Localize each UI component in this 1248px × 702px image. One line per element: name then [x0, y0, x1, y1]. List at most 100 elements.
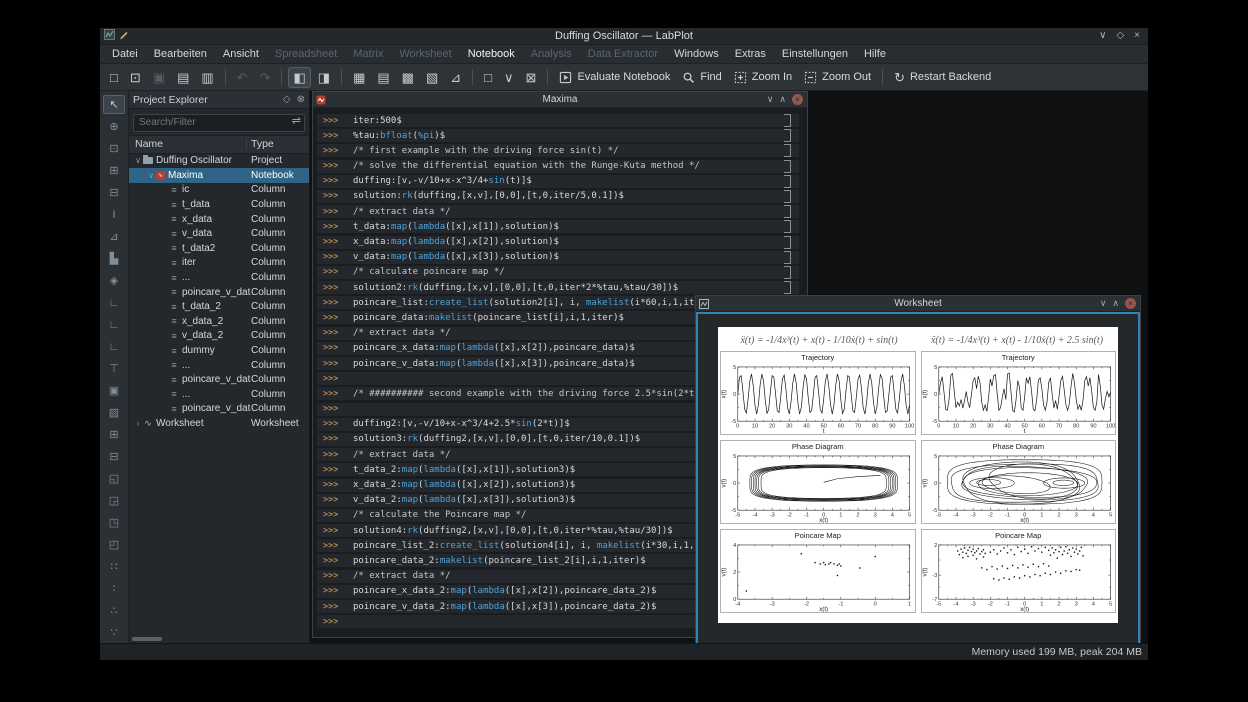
print-button[interactable]: ▤ — [172, 67, 194, 88]
tree-row-poincare-v-data-2[interactable]: ≡ poincare_v_data_2Column — [129, 402, 309, 417]
auto-scale-y-icon[interactable]: ∴ — [103, 601, 125, 620]
close-panel-icon[interactable]: ⊗ — [297, 94, 305, 105]
plot-panel-trajectory-1[interactable]: Trajectory 0 10 20 30 40 50 60 70 80 90 100 5 0 -5 t x(t… — [720, 351, 916, 435]
menu-item-datei[interactable]: Datei — [104, 45, 146, 63]
new-cell-button[interactable]: □ — [479, 67, 497, 88]
code-cell[interactable]: >>> duffing:[v,-v/10+x-x^3/4+ sin (t)]$ — [317, 174, 799, 188]
tree-row-maxima[interactable]: ∨ ∿ Maxima Notebook — [129, 168, 309, 183]
worksheet-title-bar[interactable]: Worksheet ∨ ∧ × — [696, 296, 1140, 312]
toggle-project-explorer-button[interactable]: ◧ — [288, 66, 311, 88]
code-cell[interactable]: >>> t_data: map(lambda ([x],x[1]),solution)… — [317, 220, 799, 234]
code-cell[interactable]: >>> solution: rk (duffing,[x,v],[0,0],[t,0,… — [317, 189, 799, 203]
open-file-button[interactable]: ⊡ — [125, 67, 146, 88]
zoom-in-button[interactable]: Zoom In — [729, 67, 797, 88]
tree-row-t-data-2[interactable]: ≡ t_data_2 Column — [129, 299, 309, 314]
toggle-properties-button[interactable]: ◨ — [313, 67, 335, 88]
tree-row-x-data-2[interactable]: ≡ x_data_2 Column — [129, 314, 309, 329]
expander-icon[interactable]: ∨ — [146, 171, 156, 180]
code-cell[interactable]: >>> /* solve the differential equation wi… — [317, 159, 799, 173]
plot-icon[interactable]: ⊿ — [103, 227, 125, 246]
select-cursor-icon[interactable]: ↖ — [103, 95, 125, 114]
new-cell-dropdown[interactable]: ∨ — [499, 67, 519, 88]
fit-icon[interactable]: ▨ — [103, 403, 125, 422]
tree-row-duffing-oscillator[interactable]: ∨ Duffing Oscillator Project — [129, 154, 309, 169]
print-preview-button[interactable]: ▥ — [196, 67, 218, 88]
shift-left-icon[interactable]: ◱ — [103, 469, 125, 488]
more-tools-icon[interactable]: ∵ — [103, 623, 125, 642]
zoom-out-plot-icon[interactable]: ⊟ — [103, 447, 125, 466]
shift-right-icon[interactable]: ◲ — [103, 491, 125, 510]
code-cell[interactable]: >>> /* first example with the driving for… — [317, 144, 799, 158]
menu-item-notebook[interactable]: Notebook — [460, 45, 523, 63]
tree-row-t-data2[interactable]: ≡ t_data2 Column — [129, 241, 309, 256]
text-cursor-icon[interactable]: I — [103, 205, 125, 224]
code-cell[interactable]: >>> /* extract data */ — [317, 205, 799, 219]
tree-row-iter[interactable]: ≡ iter Column — [129, 256, 309, 271]
close-icon[interactable]: × — [792, 94, 803, 105]
menu-item-bearbeiten[interactable]: Bearbeiten — [146, 45, 215, 63]
minimize-icon[interactable]: ∨ — [1099, 28, 1106, 44]
close-icon[interactable]: × — [1134, 28, 1140, 44]
menu-item-extras[interactable]: Extras — [727, 45, 774, 63]
evaluate-notebook-button[interactable]: Evaluate Notebook — [554, 67, 675, 88]
find-button[interactable]: Find — [677, 67, 726, 88]
expander-icon[interactable]: ∨ — [133, 156, 143, 165]
polar-plot-icon[interactable]: ◈ — [103, 271, 125, 290]
shift-down-icon[interactable]: ◰ — [103, 535, 125, 554]
zoom-out-button[interactable]: Zoom Out — [799, 67, 876, 88]
restore-icon[interactable]: ◇ — [1116, 28, 1124, 44]
remove-cell-button[interactable]: ⊠ — [521, 67, 542, 88]
tree-row-ic[interactable]: ≡ ic Column — [129, 183, 309, 198]
new-file-button[interactable]: □ — [105, 67, 123, 88]
axis-three-icon[interactable]: ∟ — [103, 337, 125, 356]
horizontal-scrollbar[interactable] — [132, 637, 162, 641]
tree-row-[interactable]: ≡... Column — [129, 387, 309, 402]
histogram-icon[interactable]: ▙ — [103, 249, 125, 268]
notebook-entry-button[interactable]: ▦ — [348, 67, 370, 88]
code-cell[interactable]: >>> /* calculate poincare map */ — [317, 265, 799, 279]
tree-row-v-data[interactable]: ≡ v_data Column — [129, 226, 309, 241]
plot-panel-phase-diagram-1[interactable]: Phase Diagram -5 -4 -3 -2 -1 0 1 2 3 4 5 5 0 -5 x(t) v(t… — [720, 440, 916, 524]
menu-item-hilfe[interactable]: Hilfe — [856, 45, 894, 63]
tree-row-t-data[interactable]: ≡ t_data Column — [129, 197, 309, 212]
code-cell[interactable]: >>> solution2: rk (duffing,[x,v],[0,0],[t,0… — [317, 281, 799, 295]
notebook-matrix-button[interactable]: ▩ — [397, 67, 419, 88]
tree-row-worksheet[interactable]: › ∿ Worksheet Worksheet — [129, 416, 309, 431]
code-cell[interactable]: >>> iter:500$ — [317, 114, 799, 127]
shift-up-icon[interactable]: ◳ — [103, 513, 125, 532]
tree-row-[interactable]: ≡... Column — [129, 270, 309, 285]
code-cell[interactable]: >>> v_data: map(lambda ([x],x[3]),solution)… — [317, 250, 799, 264]
search-input[interactable] — [133, 113, 305, 132]
minimize-icon[interactable]: ∨ — [1100, 296, 1107, 311]
restart-backend-button[interactable]: ↻ Restart Backend — [889, 67, 996, 88]
tree-row-poincare-v-data2[interactable]: ≡ poincare_v_data2Column — [129, 285, 309, 300]
tree-row-dummy[interactable]: ≡ dummy Column — [129, 343, 309, 358]
expander-icon[interactable]: › — [133, 419, 143, 428]
tree-row-v-data-2[interactable]: ≡ v_data_2 Column — [129, 329, 309, 344]
tree-row-x-data[interactable]: ≡ x_data Column — [129, 212, 309, 227]
plot-panel-phase-diagram-2[interactable]: Phase Diagram -5 -4 -3 -2 -1 0 1 2 3 4 5 5 0 -5 x(t) v(t… — [920, 440, 1116, 524]
plot-panel-poincare-map-1[interactable]: Poincare Map -4 -3 -2 -1 0 1 4 2 0 x(t) v(t) — [720, 529, 916, 613]
plot-panel-trajectory-2[interactable]: Trajectory 0 10 20 30 40 50 60 70 80 90 100 5 0 -5 t x(t… — [920, 351, 1116, 435]
maximize-icon[interactable]: ∧ — [1112, 296, 1119, 311]
menu-item-ansicht[interactable]: Ansicht — [215, 45, 267, 63]
notebook-plot-button[interactable]: ▧ — [421, 67, 443, 88]
zoom-x-select-icon[interactable]: ⊞ — [103, 161, 125, 180]
auto-scale-x-icon[interactable]: ∶ — [103, 579, 125, 598]
menu-item-einstellungen[interactable]: Einstellungen — [774, 45, 856, 63]
minimize-icon[interactable]: ∨ — [767, 92, 774, 107]
zoom-y-select-icon[interactable]: ⊟ — [103, 183, 125, 202]
axis-icon[interactable]: ∟ — [103, 293, 125, 312]
auto-scale-icon[interactable]: ∷ — [103, 557, 125, 576]
column-header-type[interactable]: Type — [246, 138, 309, 150]
axis-two-icon[interactable]: ∟ — [103, 315, 125, 334]
notebook-pen-button[interactable]: ⊿ — [445, 67, 466, 88]
code-cell[interactable]: >>> %tau: bfloat(%pi)$ — [317, 129, 799, 143]
image-icon[interactable]: ▣ — [103, 381, 125, 400]
filter-icon[interactable]: ⇌ — [292, 114, 301, 127]
zoom-in-plot-icon[interactable]: ⊞ — [103, 425, 125, 444]
code-cell[interactable]: >>> x_data: map(lambda ([x],x[2]),solution)… — [317, 235, 799, 249]
notebook-table-button[interactable]: ▤ — [372, 67, 394, 88]
menu-item-windows[interactable]: Windows — [666, 45, 727, 63]
zoom-select-icon[interactable]: ⊡ — [103, 139, 125, 158]
